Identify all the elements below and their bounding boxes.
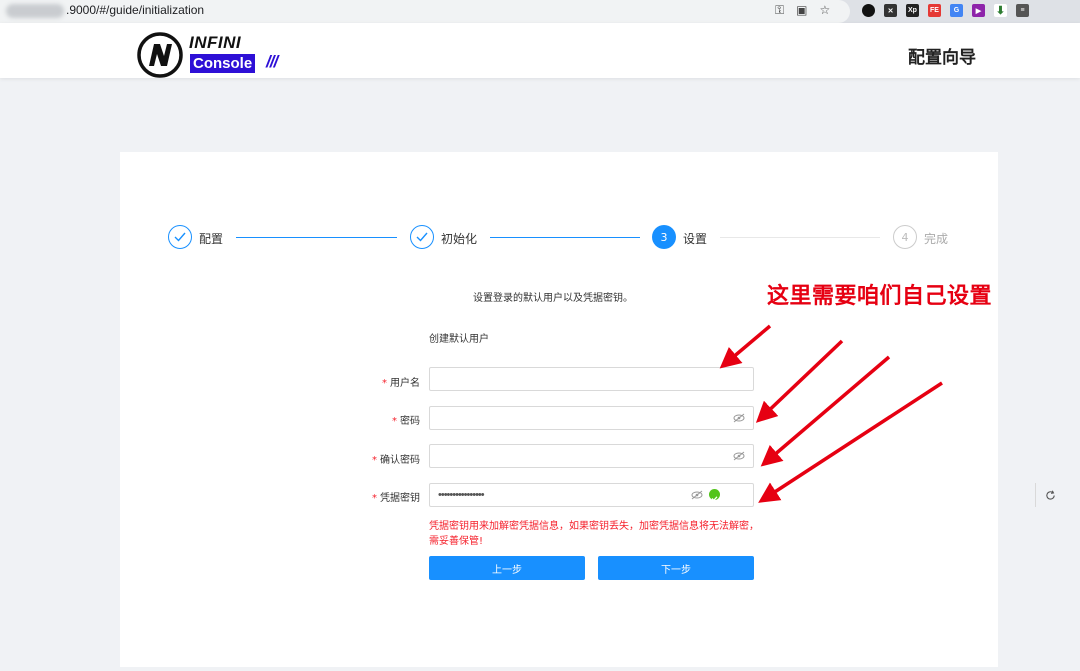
step-3-label: 设置 bbox=[683, 232, 708, 246]
step-1-label: 配置 bbox=[199, 232, 224, 246]
extension-translate-icon[interactable]: G bbox=[950, 4, 963, 17]
step-connector-2 bbox=[490, 237, 640, 238]
credential-secret-label: * 凭据密钥 bbox=[372, 493, 420, 504]
next-button[interactable]: 下一步 bbox=[598, 556, 754, 580]
logo-console-text: Console bbox=[190, 54, 256, 73]
password-label: * 密码 bbox=[392, 416, 420, 427]
credential-secret-value: •••••••••••••••• bbox=[438, 489, 485, 501]
password-input[interactable] bbox=[429, 406, 754, 430]
logo-slashes: /// bbox=[266, 52, 278, 71]
step-2-label: 初始化 bbox=[441, 232, 478, 246]
extension-xp-icon[interactable]: Xp bbox=[906, 4, 919, 17]
extension-menu-icon[interactable]: ≡ bbox=[1016, 4, 1029, 17]
extension-fe-icon[interactable]: FE bbox=[928, 4, 941, 17]
star-icon[interactable]: ☆ bbox=[819, 3, 830, 18]
confirm-password-label: * 确认密码 bbox=[372, 455, 420, 466]
redacted-host bbox=[6, 4, 64, 18]
eye-invisible-icon[interactable] bbox=[733, 451, 745, 461]
username-input[interactable] bbox=[429, 367, 754, 391]
regenerate-button[interactable] bbox=[1035, 483, 1064, 507]
extension-play-icon[interactable]: ▶ bbox=[972, 4, 985, 17]
setup-card: 配置 初始化 3 设置 4 完成 设置登录的默认用户以及凭据密钥。 创建默认用户… bbox=[120, 152, 1055, 667]
step-4-label: 完成 bbox=[924, 232, 949, 246]
address-bar[interactable]: .9000/#/guide/initialization ⚿ ▣ ☆ bbox=[0, 0, 850, 23]
logo-infini-text: INFINI bbox=[189, 33, 242, 52]
step-1-done-icon bbox=[168, 225, 192, 249]
annotation-text: 这里需要咱们自己设置 bbox=[767, 284, 993, 309]
form-description: 设置登录的默认用户以及凭据密钥。 bbox=[473, 293, 633, 304]
username-label: * 用户名 bbox=[382, 378, 420, 389]
step-3-number: 3 bbox=[652, 225, 676, 249]
credential-help-text: 凭据密钥用来加解密凭据信息，如果密钥丢失，加密凭据信息将无法解密，需妥善保管! bbox=[429, 521, 759, 547]
url-text[interactable]: .9000/#/guide/initialization bbox=[66, 3, 204, 17]
prev-button[interactable]: 上一步 bbox=[429, 556, 585, 580]
confirm-password-input[interactable] bbox=[429, 444, 754, 468]
refresh-icon bbox=[1045, 489, 1055, 500]
key-icon[interactable]: ⚿ bbox=[775, 3, 784, 18]
extension-x-icon[interactable]: ✕ bbox=[884, 4, 897, 17]
address-bar-icons: ⚿ ▣ ☆ bbox=[775, 3, 830, 18]
extension-download-icon[interactable]: ⬇ bbox=[994, 4, 1007, 17]
check-circle-icon bbox=[709, 489, 720, 502]
extensions-bar: ✕ Xp FE G ▶ ⬇ ≡ bbox=[862, 4, 1029, 17]
app-header: INFINI Console /// 配置向导 bbox=[0, 23, 1080, 78]
eye-invisible-icon[interactable] bbox=[733, 413, 745, 423]
step-connector-3 bbox=[720, 237, 880, 238]
step-4-number: 4 bbox=[893, 225, 917, 249]
extension-circle-icon[interactable] bbox=[862, 4, 875, 17]
translate-icon[interactable]: ▣ bbox=[796, 3, 807, 18]
eye-invisible-icon[interactable] bbox=[691, 490, 703, 500]
infini-logo-icon[interactable] bbox=[137, 32, 183, 78]
step-2-done-icon bbox=[410, 225, 434, 249]
credential-secret-input[interactable]: •••••••••••••••• bbox=[429, 483, 1055, 507]
browser-toolbar: .9000/#/guide/initialization ⚿ ▣ ☆ ✕ Xp … bbox=[0, 0, 1080, 23]
page-title: 配置向导 bbox=[908, 48, 976, 68]
step-connector-1 bbox=[236, 237, 397, 238]
section-title: 创建默认用户 bbox=[429, 334, 489, 345]
